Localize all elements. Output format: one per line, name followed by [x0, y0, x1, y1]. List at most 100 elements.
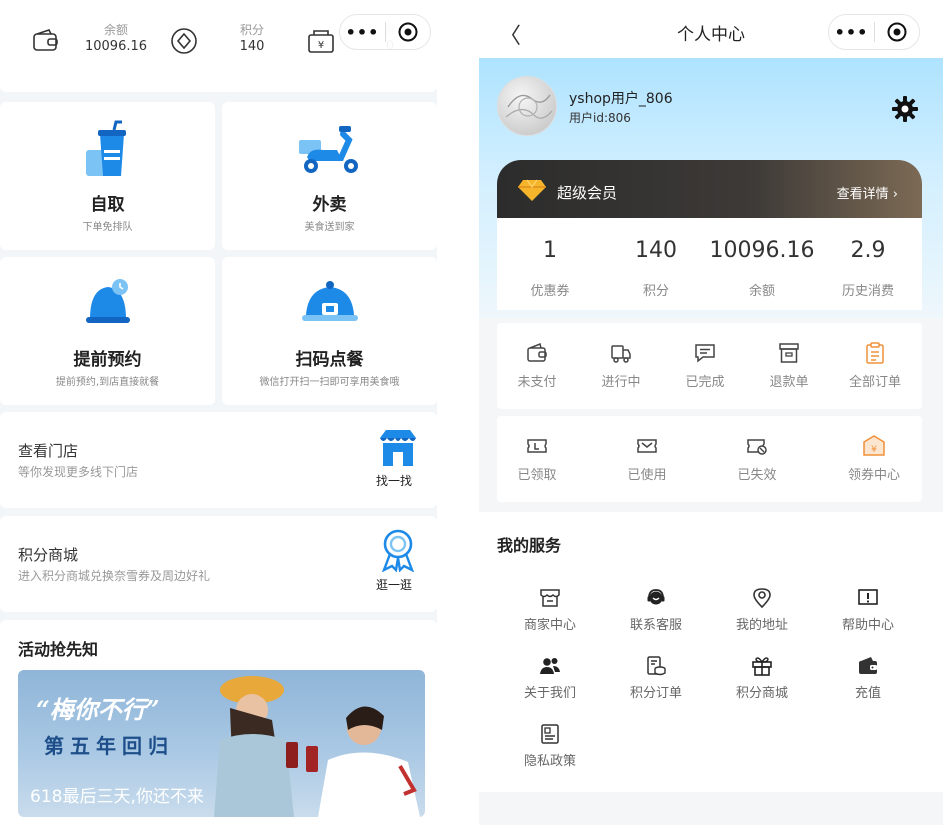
service-help-center[interactable]: 帮助中心: [823, 586, 913, 633]
coupon-used[interactable]: 已使用: [619, 434, 675, 483]
stat-value: 10096.16: [709, 238, 815, 263]
wallet-icon[interactable]: [31, 26, 61, 56]
tile-reserve[interactable]: 提前预约 提前预约,到店直接就餐: [0, 257, 215, 405]
service-label: 积分订单: [629, 686, 682, 701]
points-icon[interactable]: [169, 26, 199, 56]
stat-value: 2.9: [850, 238, 886, 263]
tile-reserve-title: 提前预约: [73, 350, 142, 370]
banner-headline-2: 第五年回归: [44, 734, 174, 758]
profile-screen: 〈 个人中心 ••• yshop用户_806 用户id:806 超级会员 查看详…: [479, 0, 943, 825]
service-points-mall[interactable]: 积分商城: [717, 654, 807, 701]
balance-label: 余额: [103, 23, 128, 37]
order-unpaid-label: 未支付: [517, 375, 557, 390]
vip-banner[interactable]: 超级会员 查看详情 ›: [497, 160, 922, 218]
box-icon: [779, 343, 799, 363]
service-recharge[interactable]: 充值: [823, 654, 913, 701]
tile-pickup[interactable]: 自取 下单免排队: [0, 102, 215, 250]
service-label: 联系客服: [629, 618, 682, 633]
tile-scan-title: 扫码点餐: [295, 350, 364, 370]
close-mini-program-button[interactable]: [386, 21, 430, 43]
recharge-icon: [859, 657, 877, 674]
tile-delivery-title: 外卖: [312, 195, 347, 215]
more-menu-button[interactable]: •••: [340, 23, 385, 42]
banner-headline-1: “梅你不行”: [36, 695, 160, 724]
stat-coupons[interactable]: 1 优惠券: [497, 236, 603, 299]
order-completed-label: 已完成: [685, 375, 725, 390]
store-row-subtitle: 等你发现更多线下门店: [18, 465, 139, 479]
service-about-us[interactable]: 关于我们: [505, 654, 595, 701]
store-row[interactable]: 查看门店 等你发现更多线下门店 找一找: [0, 412, 437, 508]
dish-icon: [300, 279, 360, 335]
store-row-title: 查看门店: [18, 442, 79, 460]
home-screen: 余额 10096.16 积分 140 ¥ 券 0 •••: [0, 0, 437, 825]
balance-value: 10096.16: [84, 39, 148, 54]
coupon-center-icon: ¥: [863, 435, 885, 456]
coupon-panel: 已领取 已使用 已失效 ¥ 领券中心: [497, 416, 922, 502]
username: yshop用户_806: [569, 91, 673, 107]
stat-points[interactable]: 140 积分: [603, 236, 709, 299]
service-my-address[interactable]: 我的地址: [717, 586, 807, 633]
more-menu-button-right[interactable]: •••: [829, 23, 874, 42]
mini-program-capsule: •••: [339, 14, 431, 50]
stat-label: 余额: [748, 284, 775, 299]
coupon-used-label: 已使用: [627, 468, 667, 483]
order-refund[interactable]: 退款单: [761, 341, 817, 390]
mall-row-title: 积分商城: [18, 546, 79, 564]
vip-details-link[interactable]: 查看详情 ›: [837, 183, 898, 202]
stat-history-spend[interactable]: 2.9 历史消费: [815, 236, 921, 299]
expired-ticket-icon: [747, 439, 767, 455]
service-label: 关于我们: [523, 686, 576, 701]
wallet-icon: [527, 342, 547, 362]
coupon-center-label: 领券中心: [847, 468, 900, 483]
order-unpaid[interactable]: 未支付: [509, 341, 565, 390]
service-label: 隐私政策: [523, 754, 576, 769]
order-completed[interactable]: 已完成: [677, 341, 733, 390]
points-stat[interactable]: 积分 140: [232, 22, 272, 56]
order-panel: 未支付 进行中 已完成 退款单 全部订单: [497, 323, 922, 409]
order-in-progress[interactable]: 进行中: [593, 341, 649, 390]
points-mall-row[interactable]: 积分商城 进入积分商城兑换奈雪券及周边好礼 逛一逛: [0, 516, 437, 612]
stat-label: 优惠券: [530, 284, 570, 299]
help-icon: [858, 589, 878, 605]
services-panel: 我的服务 商家中心 联系客服 我的地址 帮助中心 关于我们 积分订单 积分商城 …: [479, 512, 943, 792]
points-value: 140: [239, 39, 265, 54]
order-refund-label: 退款单: [769, 375, 809, 390]
service-label: 商家中心: [523, 618, 576, 633]
pickup-drink-icon: [80, 120, 136, 184]
diamond-icon: [517, 178, 547, 206]
tile-delivery[interactable]: 外卖 美食送到家: [222, 102, 437, 250]
avatar[interactable]: [497, 76, 557, 136]
target-icon: [398, 22, 418, 42]
service-customer-support[interactable]: 联系客服: [611, 586, 701, 633]
coupon-received[interactable]: 已领取: [509, 434, 565, 483]
coupon-center[interactable]: ¥ 领券中心: [839, 434, 909, 483]
browse-mall-link[interactable]: 逛一逛: [376, 576, 412, 593]
tile-pickup-title: 自取: [90, 195, 125, 215]
service-label: 充值: [854, 686, 881, 701]
stat-label: 积分: [642, 284, 669, 299]
service-merchant-center[interactable]: 商家中心: [505, 586, 595, 633]
tile-scan-order[interactable]: 扫码点餐 微信打开扫一扫即可享用美食哦: [222, 257, 437, 405]
location-icon: [753, 588, 771, 609]
service-label: 积分商城: [735, 686, 788, 701]
coupon-expired[interactable]: 已失效: [729, 434, 785, 483]
stat-label: 历史消费: [841, 284, 894, 299]
order-in-progress-label: 进行中: [601, 375, 641, 390]
stat-value: 140: [635, 238, 677, 263]
service-label: 帮助中心: [841, 618, 894, 633]
stats-card: 1 优惠券 140 积分 10096.16 余额 2.9 历史消费: [497, 218, 922, 310]
close-mini-program-button-right[interactable]: [875, 21, 919, 43]
find-store-link[interactable]: 找一找: [376, 472, 412, 489]
balance-stat[interactable]: 余额 10096.16: [84, 22, 148, 56]
coupon-icon[interactable]: ¥: [306, 26, 336, 56]
target-icon: [887, 22, 907, 42]
services-title: 我的服务: [497, 536, 562, 555]
gear-icon[interactable]: [891, 95, 919, 127]
service-points-orders[interactable]: 积分订单: [611, 654, 701, 701]
order-all[interactable]: 全部订单: [845, 341, 905, 390]
stat-balance[interactable]: 10096.16 余额: [709, 236, 815, 299]
activity-banner[interactable]: “梅你不行” 第五年回归 618最后三天,你还不来: [18, 670, 425, 817]
service-privacy-policy[interactable]: 隐私政策: [505, 722, 595, 769]
scooter-icon: [297, 124, 363, 180]
coins-icon: [647, 656, 666, 676]
